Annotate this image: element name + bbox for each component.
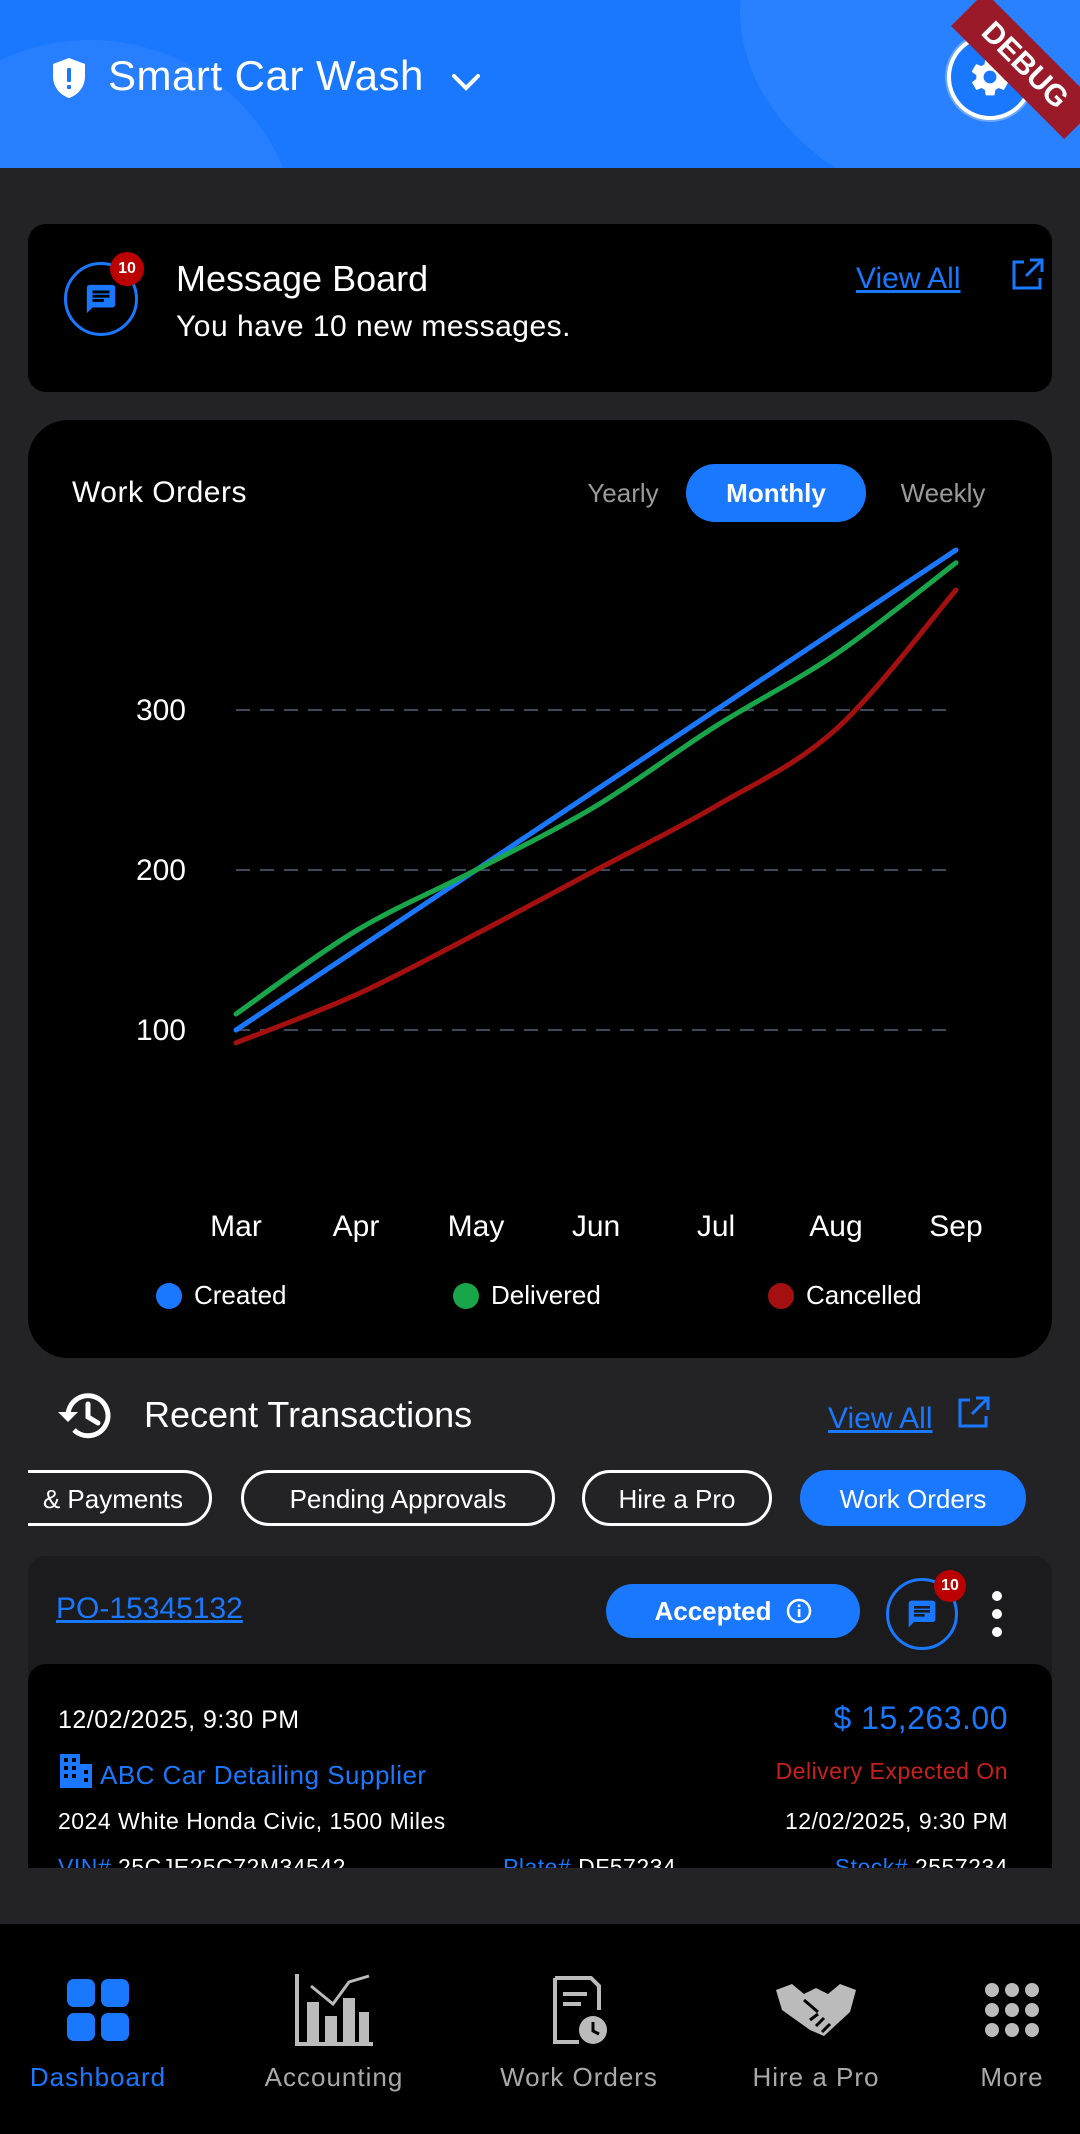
x-tick-label: May	[448, 1210, 505, 1243]
more-dots-icon	[967, 1972, 1057, 2048]
chat-icon	[908, 1600, 936, 1628]
transaction-card-header: PO-15345132 Accepted 10	[28, 1556, 1052, 1666]
transaction-card[interactable]: PO-15345132 Accepted 10 12/02/2025, 9:30…	[28, 1556, 1052, 1868]
chat-icon	[86, 284, 116, 314]
work-orders-chart-card: Work Orders Yearly Monthly Weekly 100 200…	[28, 420, 1052, 1358]
delivery-expected-date: 12/02/2025, 9:30 PM	[784, 1808, 1008, 1834]
legend-item-delivered: Delivered	[453, 1280, 601, 1311]
transactions-view-all-link[interactable]: View All	[828, 1402, 933, 1436]
nav-item-accounting[interactable]: Accounting	[234, 1924, 434, 2134]
filter-chip-work-orders[interactable]: Work Orders	[800, 1470, 1026, 1526]
transaction-card-body: 12/02/2025, 9:30 PM $ 15,263.00 ABC Car …	[28, 1664, 1052, 1868]
transaction-filter-chips: & Payments Pending Approvals Hire a Pro …	[28, 1470, 1052, 1528]
legend-item-cancelled: Cancelled	[768, 1280, 922, 1311]
transaction-amount: $ 15,263.00	[833, 1700, 1008, 1736]
vehicle-description: 2024 White Honda Civic, 1500 Miles	[58, 1808, 446, 1834]
y-tick-label: 100	[136, 1014, 186, 1047]
external-link-icon[interactable]	[1008, 256, 1046, 294]
nav-item-dashboard[interactable]: Dashboard	[0, 1924, 196, 2134]
building-icon	[60, 1754, 92, 1788]
more-options-icon[interactable]	[990, 1586, 1004, 1642]
filter-chip-payments[interactable]: & Payments	[28, 1470, 212, 1526]
supplier-link[interactable]: ABC Car Detailing Supplier	[100, 1760, 427, 1791]
work-orders-icon	[534, 1972, 624, 2048]
transaction-date: 12/02/2025, 9:30 PM	[58, 1706, 300, 1734]
y-tick-label: 200	[136, 854, 186, 887]
nav-label: Accounting	[264, 2062, 404, 2092]
transaction-message-badge: 10	[934, 1570, 966, 1602]
message-board-view-all-link[interactable]: View All	[856, 262, 961, 296]
x-tick-label: Jul	[697, 1210, 735, 1243]
handshake-icon	[771, 1972, 861, 2048]
status-badge[interactable]: Accepted	[606, 1584, 860, 1638]
x-tick-label: Aug	[809, 1210, 862, 1243]
x-tick-label: Sep	[929, 1210, 982, 1243]
plate-field: Plate# DF57234	[503, 1854, 676, 1868]
message-board-subtitle: You have 10 new messages.	[176, 310, 571, 343]
chevron-down-icon[interactable]	[450, 70, 482, 94]
work-orders-line-chart: 100 200 300 Mar Apr May Jun Jul Aug Sep	[136, 547, 983, 1243]
external-link-icon[interactable]	[954, 1394, 992, 1432]
x-tick-label: Jun	[572, 1210, 620, 1243]
app-header: Smart Car Wash DEBUG	[0, 0, 1080, 168]
series-line-created	[233, 547, 959, 1033]
shield-icon	[53, 58, 85, 98]
plate-value: DF57234	[578, 1854, 677, 1868]
vin-value: 25CJE25C72M34542	[118, 1854, 346, 1868]
delivery-expected-label: Delivery Expected On	[775, 1758, 1008, 1784]
info-icon	[786, 1598, 811, 1624]
recent-transactions-title: Recent Transactions	[144, 1394, 473, 1435]
filter-chip-pending-approvals[interactable]: Pending Approvals	[241, 1470, 555, 1526]
nav-item-more[interactable]: More	[944, 1924, 1080, 2134]
vin-field: VIN# 25CJE25C72M34542	[58, 1854, 346, 1868]
nav-label: Hire a Pro	[752, 2062, 880, 2092]
y-tick-label: 300	[136, 694, 186, 727]
stock-value: 2557234	[914, 1854, 1008, 1868]
series-line-cancelled	[233, 587, 959, 1046]
legend-label: Delivered	[491, 1280, 601, 1310]
accounting-chart-icon	[289, 1972, 379, 2048]
nav-item-work-orders[interactable]: Work Orders	[474, 1924, 684, 2134]
nav-item-hire-a-pro[interactable]: Hire a Pro	[716, 1924, 916, 2134]
message-board-title: Message Board	[176, 258, 429, 299]
legend-dot	[768, 1282, 794, 1309]
status-label: Accepted	[654, 1595, 772, 1626]
legend-item-created: Created	[156, 1280, 287, 1311]
business-name[interactable]: Smart Car Wash	[108, 52, 424, 100]
stock-field: Stock# 2557234	[835, 1854, 1008, 1868]
message-board-card[interactable]: 10 Message Board You have 10 new message…	[28, 224, 1052, 392]
legend-dot	[453, 1282, 479, 1309]
bottom-navigation: Dashboard Accounting Work Orders Hire a …	[0, 1924, 1080, 2134]
nav-label: Work Orders	[500, 2062, 658, 2092]
vin-label: VIN#	[58, 1854, 112, 1868]
legend-dot	[156, 1282, 182, 1309]
history-icon	[58, 1393, 111, 1439]
plate-label: Plate#	[503, 1854, 572, 1868]
nav-label: More	[980, 2062, 1044, 2092]
legend-label: Cancelled	[806, 1280, 922, 1310]
filter-chip-hire-a-pro[interactable]: Hire a Pro	[582, 1470, 772, 1526]
app-root: Smart Car Wash DEBUG 10 Message Board Yo…	[0, 0, 1080, 2134]
nav-label: Dashboard	[29, 2062, 167, 2092]
message-count-badge: 10	[110, 252, 144, 286]
legend-label: Created	[194, 1280, 287, 1310]
x-tick-label: Mar	[210, 1210, 262, 1243]
stock-label: Stock#	[834, 1854, 909, 1868]
x-tick-label: Apr	[333, 1210, 380, 1243]
dashboard-grid-icon	[53, 1972, 143, 2048]
po-number-link[interactable]: PO-15345132	[56, 1592, 243, 1626]
